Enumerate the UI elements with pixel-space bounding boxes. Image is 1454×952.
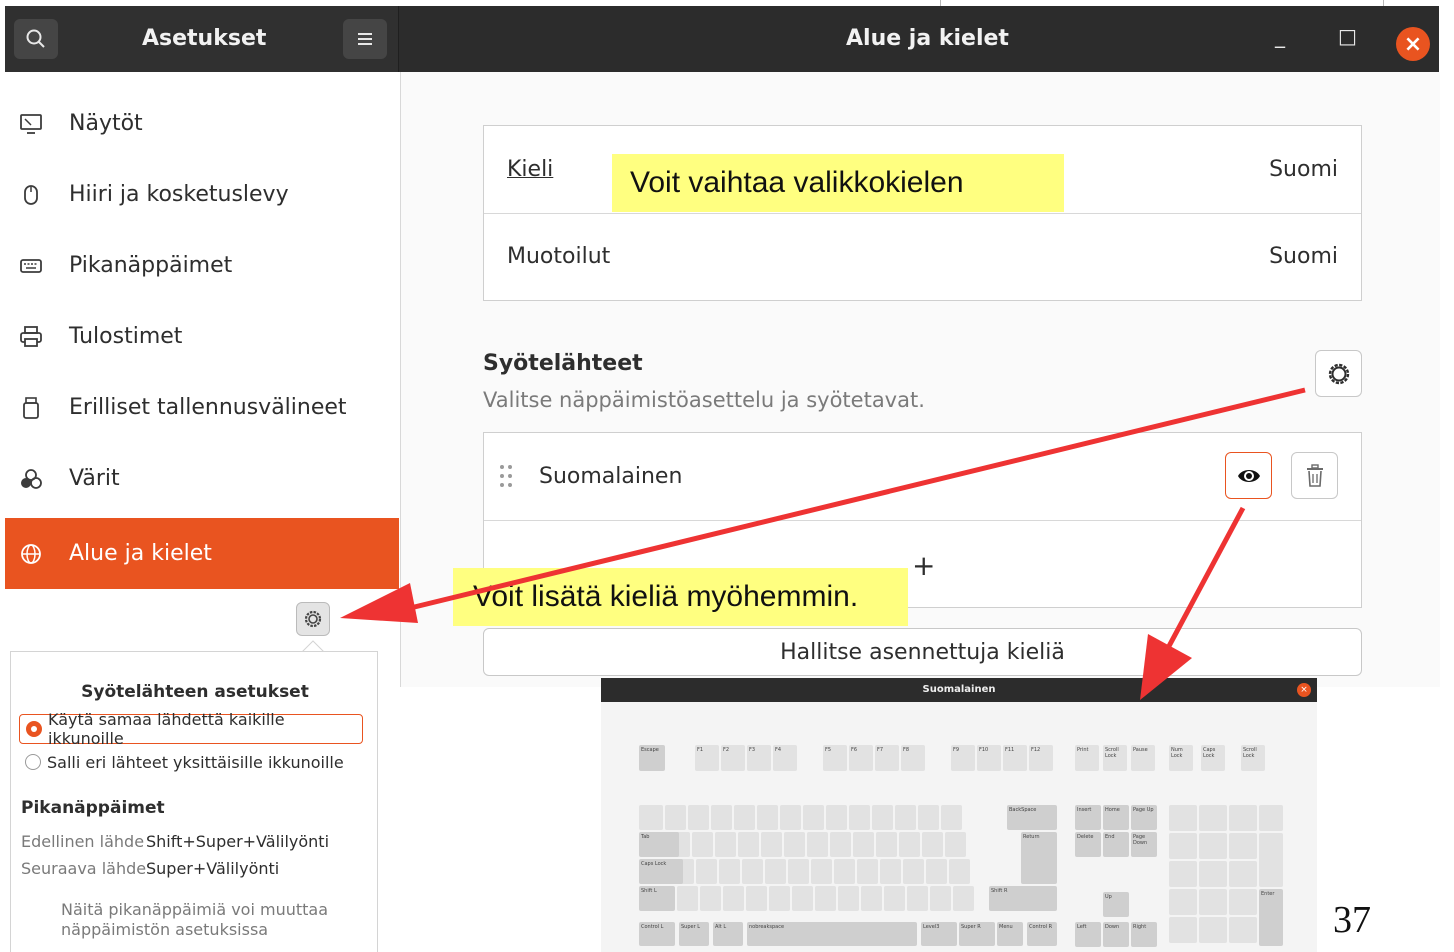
arrow-head [340,583,418,623]
page-number: 37 [1333,899,1371,941]
arrow-to-keyboard [1165,506,1246,650]
arrow-head [1140,634,1192,700]
annotation-arrows [340,387,1306,700]
arrow-to-popover [397,387,1306,614]
